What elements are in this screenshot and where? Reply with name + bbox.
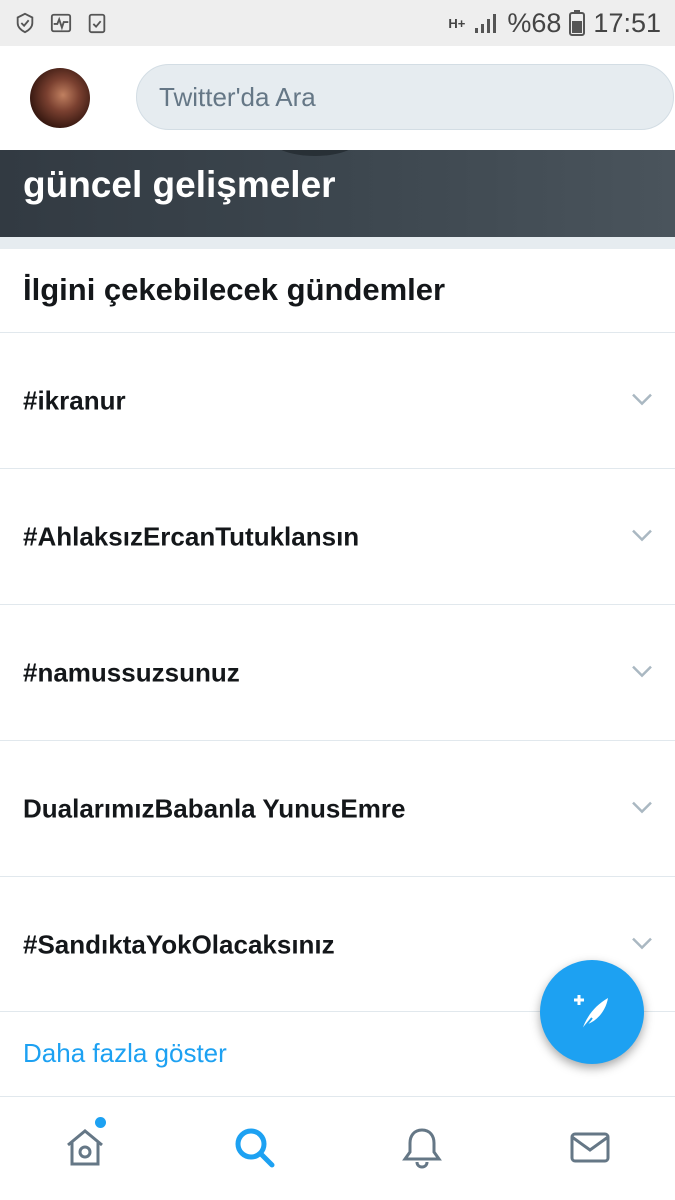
chevron-down-icon[interactable] [631,936,653,950]
trend-item[interactable]: #ikranur [0,333,675,468]
chevron-down-icon[interactable] [631,528,653,542]
nav-search[interactable] [232,1125,276,1169]
clipboard-check-icon [88,13,106,34]
compose-quill-icon [574,995,608,1031]
battery-icon [569,10,586,36]
compose-tweet-button[interactable] [540,960,644,1064]
chevron-down-icon[interactable] [631,800,653,814]
trend-label: #AhlaksızErcanTutuklansın [23,521,360,551]
banner-title: güncel gelişmeler [23,164,336,205]
banner-image-fragment [270,150,360,156]
trend-label: #SandıktaYokOlacaksınız [23,929,335,959]
battery-percent: %68 [507,7,562,38]
section-gap [0,237,675,249]
home-icon [67,1129,103,1166]
search-placeholder: Twitter'da Ara [159,81,316,112]
avatar[interactable] [30,68,90,128]
chevron-down-icon[interactable] [631,664,653,678]
app-header: Twitter'da Ara [0,46,675,150]
shield-icon [16,12,34,34]
trends-title: İlgini çekebilecek gündemler [23,272,446,307]
nav-messages[interactable] [568,1125,612,1169]
clock: 17:51 [593,7,661,38]
activity-icon [50,13,72,33]
notification-dot [95,1117,106,1128]
chevron-down-icon[interactable] [631,392,653,406]
bell-icon [402,1128,442,1169]
search-input[interactable]: Twitter'da Ara [136,64,674,130]
show-more-link[interactable]: Daha fazla göster [23,1038,227,1069]
moment-banner[interactable]: güncel gelişmeler [0,150,675,237]
network-type: H+ [448,15,466,31]
trend-label: DualarımızBabanla YunusEmre [23,793,406,823]
signal-icon [475,14,497,33]
nav-home[interactable] [63,1117,107,1169]
trend-item[interactable]: #AhlaksızErcanTutuklansın [0,469,675,604]
trend-item[interactable]: #namussuzsunuz [0,605,675,740]
trend-item[interactable]: DualarımızBabanla YunusEmre [0,741,675,876]
mail-icon [570,1132,610,1163]
search-icon [235,1128,275,1168]
trend-label: #namussuzsunuz [23,657,240,687]
status-bar: H+ %68 17:51 [0,0,675,46]
bottom-navigation [0,1096,675,1200]
trend-label: #ikranur [23,385,126,415]
nav-notifications[interactable] [400,1125,444,1169]
